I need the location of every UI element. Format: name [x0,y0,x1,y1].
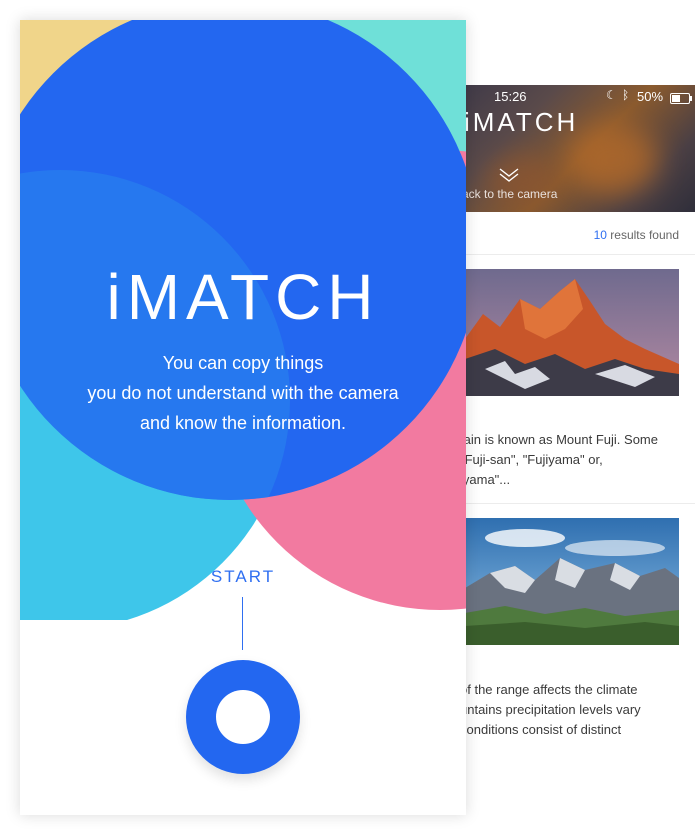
app-logo-small: iMATCH [464,107,579,137]
result-image-sunset-peaks[interactable] [465,269,679,396]
status-bar: 15:26 ☾ ᛒ 50% [448,87,695,107]
start-button-center [216,690,270,744]
camera-header: 15:26 ☾ ᛒ 50% iMATCH ack to the camera [448,85,695,212]
tagline-line-1: You can copy things [162,353,324,373]
app-logo: iMATCH [106,261,380,333]
result-image-alpine-range[interactable] [465,518,679,645]
start-screen: iMATCH You can copy things you do not un… [20,20,466,815]
status-time: 15:26 [494,89,527,104]
card-divider [460,503,695,504]
bluetooth-icon: ᛒ [622,88,630,102]
tagline-line-2: you do not understand with the camera [87,383,399,403]
moon-icon: ☾ [606,88,617,102]
results-label: results found [606,228,679,242]
results-screen: 15:26 ☾ ᛒ 50% iMATCH ack to the camera 1… [448,85,695,835]
results-summary: 10 results found [448,212,695,255]
start-connector-line [242,597,243,650]
result-description: of the range affects the climate untains… [460,682,641,737]
result-description: tain is known as Mount Fuji. Some "Fuji-… [460,432,658,487]
tagline-line-3: and know the information. [139,413,347,433]
start-button[interactable] [186,660,300,774]
start-label: START [210,567,276,586]
battery-percent: 50% [637,89,664,104]
chevron-down-icon[interactable] [498,167,520,183]
battery-icon [670,93,692,104]
results-count: 10 [593,228,607,242]
back-to-camera-link[interactable]: ack to the camera [462,187,557,201]
